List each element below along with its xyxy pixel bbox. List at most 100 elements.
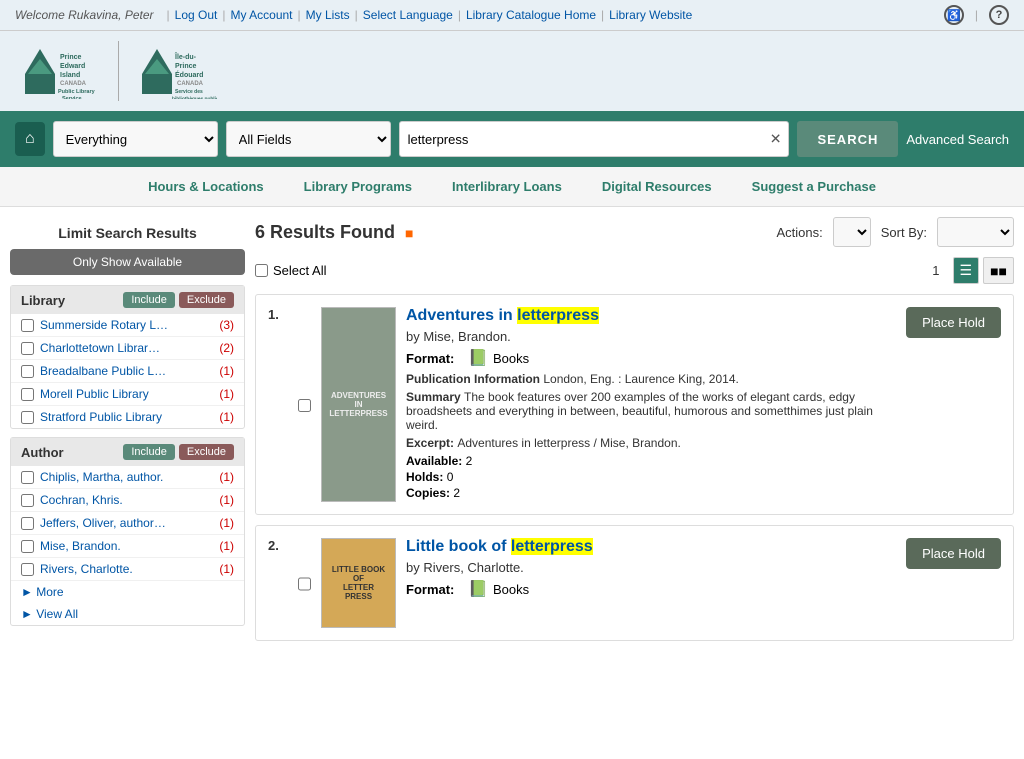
sort-select[interactable]: Title Author Date [937, 217, 1014, 247]
author-facet: Author Include Exclude Chiplis, Martha, … [10, 437, 245, 626]
result-checkbox-1[interactable] [298, 540, 311, 628]
result-format-1: Format: 📗Books [406, 579, 896, 599]
author-item-2: Jeffers, Oliver, author… (1) [11, 512, 244, 535]
author-label-0[interactable]: Chiplis, Martha, author. [40, 470, 213, 484]
sort-label: Sort By: [881, 225, 927, 240]
result-item-1: 2. LITTLE BOOK OF LETTER PRESS Little bo… [255, 525, 1014, 641]
author-checkbox-3[interactable] [21, 540, 34, 553]
library-label-4[interactable]: Stratford Public Library [40, 410, 213, 424]
actions-select[interactable] [833, 217, 871, 247]
library-label-2[interactable]: Breadalbane Public L… [40, 364, 213, 378]
field-select[interactable]: All Fields Title Author Subject ISBN [226, 121, 391, 157]
library-item-0: Summerside Rotary L… (3) [11, 314, 244, 337]
nav-suggest[interactable]: Suggest a Purchase [732, 167, 896, 206]
grid-view-button[interactable]: ■■ [983, 257, 1014, 284]
result-checkbox-0[interactable] [298, 309, 311, 502]
library-checkbox-3[interactable] [21, 388, 34, 401]
nav-bar: Hours & Locations Library Programs Inter… [0, 167, 1024, 207]
author-label-3[interactable]: Mise, Brandon. [40, 539, 213, 553]
author-checkbox-0[interactable] [21, 471, 34, 484]
nav-hours[interactable]: Hours & Locations [128, 167, 284, 206]
library-item-4: Stratford Public Library (1) [11, 406, 244, 428]
results-count: 6 Results Found ■ [255, 222, 767, 243]
result-title-1[interactable]: Little book of letterpress [406, 538, 896, 556]
library-facet: Library Include Exclude Summerside Rotar… [10, 285, 245, 429]
main-content: Limit Search Results Only Show Available… [0, 207, 1024, 661]
search-button[interactable]: SEARCH [797, 121, 898, 157]
author-view-all-link[interactable]: ► View All [21, 607, 78, 621]
list-view-button[interactable]: ☰ [953, 257, 980, 284]
search-input[interactable] [399, 121, 790, 157]
result-title-0[interactable]: Adventures in letterpress [406, 307, 896, 325]
library-label-1[interactable]: Charlottetown Librar… [40, 341, 213, 355]
home-button[interactable]: ⌂ [15, 122, 45, 156]
advanced-search-link[interactable]: Advanced Search [906, 132, 1009, 147]
library-exclude-button[interactable]: Exclude [179, 292, 234, 308]
result-actions-1: Place Hold [906, 538, 1001, 628]
author-item-1: Cochran, Khris. (1) [11, 489, 244, 512]
svg-text:Service: Service [62, 96, 82, 99]
author-label-2[interactable]: Jeffers, Oliver, author… [40, 516, 213, 530]
author-label-4[interactable]: Rivers, Charlotte. [40, 562, 213, 576]
place-hold-button-1[interactable]: Place Hold [906, 538, 1001, 569]
library-checkbox-4[interactable] [21, 411, 34, 424]
my-account-link[interactable]: My Account [230, 8, 292, 22]
page-number: 1 [932, 263, 939, 278]
result-copies-0: Copies: 2 [406, 486, 896, 500]
result-num-0: 1. [268, 307, 288, 502]
library-facet-header: Library Include Exclude [11, 286, 244, 314]
results-toolbar: Select All 1 ☰ ■■ [255, 257, 1014, 284]
library-count-3: (1) [219, 387, 234, 401]
library-include-button[interactable]: Include [123, 292, 174, 308]
result-item-0: 1. ADVENTURES IN LETTERPRESS Adventures … [255, 294, 1014, 515]
author-include-button[interactable]: Include [123, 444, 174, 460]
author-count-4: (1) [219, 562, 234, 576]
scope-select[interactable]: Everything Catalogue Articles [53, 121, 218, 157]
library-count-4: (1) [219, 410, 234, 424]
author-checkbox-1[interactable] [21, 494, 34, 507]
svg-text:Island: Island [60, 72, 80, 79]
select-all-checkbox[interactable] [255, 264, 268, 277]
result-num-1: 2. [268, 538, 288, 628]
author-label-1[interactable]: Cochran, Khris. [40, 493, 213, 507]
result-info-1: Little book of letterpress by Rivers, Ch… [406, 538, 896, 628]
author-item-0: Chiplis, Martha, author. (1) [11, 466, 244, 489]
library-label-3[interactable]: Morell Public Library [40, 387, 213, 401]
library-checkbox-0[interactable] [21, 319, 34, 332]
library-website-link[interactable]: Library Website [609, 8, 692, 22]
sidebar-title: Limit Search Results [10, 217, 245, 249]
sidebar: Limit Search Results Only Show Available… [10, 217, 245, 651]
logo-pei: Prince Edward Island CANADA Public Libra… [20, 44, 100, 99]
library-count-2: (1) [219, 364, 234, 378]
select-language-link[interactable]: Select Language [363, 8, 453, 22]
author-checkbox-2[interactable] [21, 517, 34, 530]
library-count-1: (2) [219, 341, 234, 355]
library-facet-title: Library [21, 293, 65, 308]
library-item-2: Breadalbane Public L… (1) [11, 360, 244, 383]
library-checkbox-2[interactable] [21, 365, 34, 378]
place-hold-button-0[interactable]: Place Hold [906, 307, 1001, 338]
only-available-button[interactable]: Only Show Available [10, 249, 245, 275]
nav-programs[interactable]: Library Programs [284, 167, 432, 206]
nav-digital[interactable]: Digital Resources [582, 167, 732, 206]
logout-link[interactable]: Log Out [175, 8, 218, 22]
author-count-1: (1) [219, 493, 234, 507]
help-icon[interactable]: ? [989, 5, 1009, 25]
my-lists-link[interactable]: My Lists [306, 8, 350, 22]
rss-icon[interactable]: ■ [405, 225, 413, 241]
nav-interlibrary[interactable]: Interlibrary Loans [432, 167, 582, 206]
result-pub-0: Publication Information London, Eng. : L… [406, 372, 896, 386]
result-author-1: by Rivers, Charlotte. [406, 560, 896, 575]
accessibility-icon[interactable]: ♿ [944, 5, 964, 25]
author-checkbox-4[interactable] [21, 563, 34, 576]
clear-search-button[interactable]: ✕ [770, 131, 782, 148]
view-buttons: ☰ ■■ [953, 257, 1014, 284]
author-facet-title: Author [21, 445, 64, 460]
author-count-3: (1) [219, 539, 234, 553]
author-more-link[interactable]: ► More [21, 585, 64, 599]
result-format-0: Format: 📗Books [406, 348, 896, 368]
catalogue-home-link[interactable]: Library Catalogue Home [466, 8, 596, 22]
author-exclude-button[interactable]: Exclude [179, 444, 234, 460]
library-checkbox-1[interactable] [21, 342, 34, 355]
library-label-0[interactable]: Summerside Rotary L… [40, 318, 213, 332]
